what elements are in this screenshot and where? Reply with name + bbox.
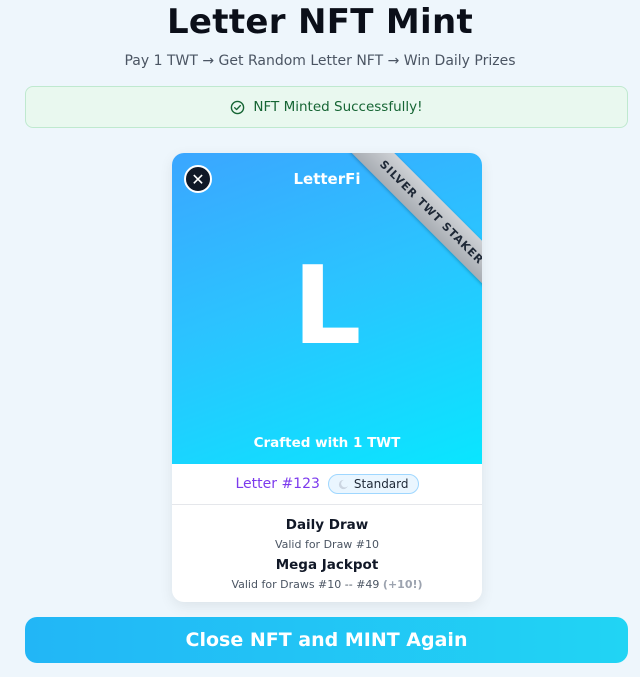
- jackpot-bonus: (+10!): [382, 578, 423, 591]
- jackpot-sub: Valid for Draws #10 -- #49: [231, 578, 380, 591]
- nft-artwork: ✕ LetterFi SILVER TWT STAKER L Crafted w…: [172, 153, 482, 464]
- daily-draw-sub: Valid for Draw #10: [274, 538, 380, 551]
- letter-id: Letter #123: [235, 476, 320, 492]
- nft-letter: L: [292, 244, 362, 369]
- moon-icon: [338, 479, 349, 489]
- nft-meta-row: Letter #123 Standard: [172, 464, 482, 505]
- nft-card: ✕ LetterFi SILVER TWT STAKER L Crafted w…: [172, 153, 482, 602]
- close-and-mint-button[interactable]: Close NFT and MINT Again: [25, 617, 628, 663]
- brand-label: LetterFi: [293, 170, 361, 188]
- crafted-label: Crafted with 1 TWT: [253, 435, 401, 451]
- jackpot-sub-row: Valid for Draws #10 -- #49 (+10!): [172, 578, 482, 591]
- daily-draw-title: Daily Draw: [285, 517, 369, 533]
- success-message: NFT Minted Successfully!: [253, 99, 423, 115]
- page-subtitle: Pay 1 TWT → Get Random Letter NFT → Win …: [124, 53, 516, 69]
- jackpot-title: Mega Jackpot: [275, 557, 379, 573]
- rarity-badge: Standard: [327, 474, 419, 494]
- draw-info: Daily Draw Valid for Draw #10 Mega Jackp…: [172, 513, 482, 591]
- rarity-label: Standard: [353, 477, 409, 491]
- mint-page: Letter NFT Mint Pay 1 TWT → Get Random L…: [0, 0, 640, 677]
- success-banner: NFT Minted Successfully!: [25, 86, 628, 128]
- check-circle-icon: [231, 100, 245, 114]
- page-title: Letter NFT Mint: [166, 2, 474, 42]
